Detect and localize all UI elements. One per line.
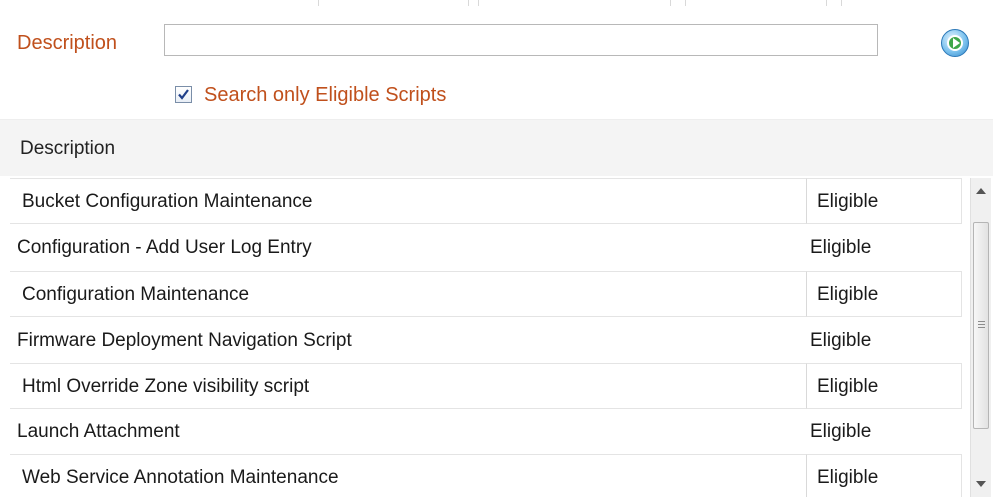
script-status-cell: Eligible <box>806 271 962 317</box>
script-status-cell: Eligible <box>810 421 872 442</box>
table-row[interactable]: Web Service Annotation Maintenance Eligi… <box>0 454 966 497</box>
script-status-cell: Eligible <box>806 454 962 497</box>
script-description-cell[interactable]: Firmware Deployment Navigation Script <box>0 318 805 364</box>
top-tab-strip <box>0 0 993 6</box>
results-grid: Bucket Configuration Maintenance Eligibl… <box>0 176 966 497</box>
table-row[interactable]: Configuration Maintenance Eligible <box>0 271 966 317</box>
checkmark-icon <box>178 89 189 100</box>
table-row[interactable]: Bucket Configuration Maintenance Eligibl… <box>0 178 966 224</box>
column-header-label: Description <box>20 138 116 159</box>
tab-separator <box>468 0 469 6</box>
script-description-cell[interactable]: Web Service Annotation Maintenance <box>10 454 806 497</box>
results-scrollbar[interactable] <box>970 178 991 497</box>
table-row[interactable]: Firmware Deployment Navigation Script El… <box>0 318 966 364</box>
description-search-input[interactable] <box>164 24 878 56</box>
scrollbar-thumb[interactable] <box>973 222 989 429</box>
table-row[interactable]: Html Override Zone visibility script Eli… <box>0 363 966 409</box>
tab-separator <box>478 0 479 6</box>
script-status-cell: Eligible <box>810 330 872 351</box>
table-row[interactable]: Configuration - Add User Log Entry Eligi… <box>0 225 966 271</box>
tab-separator <box>826 0 827 6</box>
script-status-cell: Eligible <box>806 178 962 224</box>
tab-separator <box>318 0 319 6</box>
tab-separator <box>685 0 686 6</box>
script-description-cell[interactable]: Html Override Zone visibility script <box>10 363 806 409</box>
eligible-only-label[interactable]: Search only Eligible Scripts <box>204 82 446 108</box>
script-description-cell[interactable]: Configuration - Add User Log Entry <box>0 225 805 271</box>
description-label: Description <box>17 32 118 54</box>
scroll-up-arrow-icon[interactable] <box>976 188 986 194</box>
script-status-cell: Eligible <box>806 363 962 409</box>
script-status-cell: Eligible <box>810 237 872 258</box>
script-description-cell[interactable]: Bucket Configuration Maintenance <box>10 178 806 224</box>
tab-separator <box>841 0 842 6</box>
tab-separator <box>670 0 671 6</box>
search-go-button[interactable] <box>941 29 969 57</box>
script-description-cell[interactable]: Configuration Maintenance <box>10 271 806 317</box>
script-description-cell[interactable]: Launch Attachment <box>0 409 805 455</box>
table-row[interactable]: Launch Attachment Eligible <box>0 409 966 455</box>
description-column-header[interactable]: Description <box>0 120 993 176</box>
eligible-only-checkbox[interactable] <box>175 86 192 103</box>
scroll-down-arrow-icon[interactable] <box>976 481 986 487</box>
